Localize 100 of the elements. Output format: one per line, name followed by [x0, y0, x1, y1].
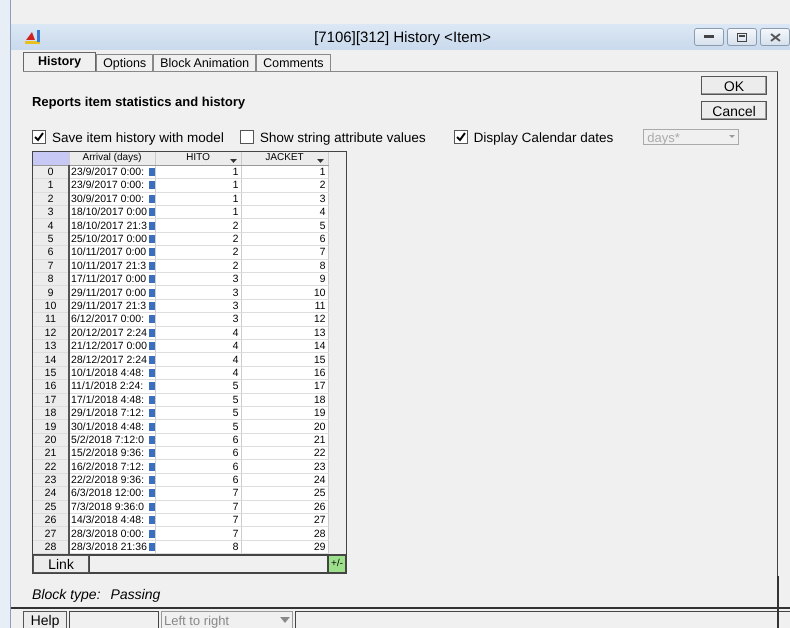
- table-cell: 14: [241, 339, 328, 353]
- table-cell: 20: [241, 420, 328, 434]
- table-cell: 8: [155, 540, 241, 554]
- table-cell: 5/2/2018 7:12:0: [71, 434, 144, 446]
- link-button[interactable]: Link: [33, 555, 89, 574]
- table-cell: 5: [241, 218, 328, 232]
- table-cell: 30/1/2018 4:48:: [71, 420, 144, 432]
- row-number: 25: [33, 500, 69, 514]
- add-remove-button[interactable]: +/-: [328, 555, 346, 574]
- tab[interactable]: Comments: [256, 54, 331, 71]
- row-number: 27: [33, 526, 69, 540]
- row-number: 17: [33, 393, 69, 406]
- table-cell: 21/12/2017 0:00: [71, 340, 147, 352]
- table-cell: 7: [155, 514, 241, 527]
- row-number: 14: [33, 352, 69, 366]
- window-title: [7106][312] History <Item>: [313, 28, 492, 46]
- table-cell: 9: [241, 272, 328, 286]
- help-button[interactable]: Help: [23, 611, 67, 628]
- row-number: 9: [33, 286, 69, 300]
- row-number: 2: [33, 192, 69, 206]
- table-cell: 23: [241, 460, 328, 474]
- table-cell: 17/11/2017 0:00: [71, 273, 146, 285]
- table-cell: 6/12/2017 0:00:: [71, 313, 144, 326]
- table-cell: 28/12/2017 2:24: [71, 354, 147, 366]
- column-header[interactable]: HITO: [155, 152, 241, 166]
- table-cell: 16: [241, 366, 328, 380]
- table-cell: 2: [155, 218, 241, 232]
- table-cell: 6: [155, 473, 241, 487]
- row-number: 28: [33, 540, 69, 554]
- table-cell: 7: [241, 246, 328, 260]
- table-cell: 3: [155, 286, 241, 300]
- table-cell: 5: [155, 406, 241, 420]
- row-number: 5: [33, 232, 69, 246]
- table-cell: 25/10/2017 0:00: [71, 233, 147, 245]
- block-type-label: Block type:: [32, 586, 100, 602]
- table-cell: 10: [241, 286, 328, 300]
- table-cell: 23/9/2017 0:00:: [71, 166, 144, 178]
- table-cell: 18/10/2017 21:3: [71, 220, 147, 232]
- tab[interactable]: History: [23, 52, 96, 71]
- table-cell: 28/3/2018 21:36: [71, 541, 147, 553]
- table-cell: 17/1/2018 4:48:: [71, 394, 144, 406]
- table-cell: 10/1/2018 4:48:: [71, 366, 144, 379]
- table-cell: 10/11/2017 21:3: [71, 260, 146, 272]
- row-number: 26: [33, 514, 69, 527]
- row-number: 6: [33, 246, 69, 260]
- column-header[interactable]: Arrival (days): [69, 152, 155, 166]
- row-number: 1: [33, 178, 69, 192]
- table-cell: 28: [241, 526, 328, 540]
- row-number: 22: [33, 460, 69, 474]
- tab[interactable]: Block Animation: [153, 54, 256, 71]
- row-number: 16: [33, 380, 69, 394]
- table-cell: 5: [155, 393, 241, 406]
- checkbox-label: Save item history with model: [52, 130, 224, 144]
- table-cell: 22: [241, 446, 328, 460]
- table-cell: 20/12/2017 2:24: [71, 326, 147, 338]
- table-cell: 4: [155, 366, 241, 380]
- table-cell: 18/10/2017 0:00: [71, 206, 147, 218]
- table-cell: 10/11/2017 0:00: [71, 246, 146, 258]
- row-number: 21: [33, 446, 69, 460]
- table-cell: 12: [241, 312, 328, 326]
- table-cell: 6: [155, 460, 241, 474]
- column-header[interactable]: JACKET: [241, 152, 328, 166]
- table-cell: 16/2/2018 7:12:: [71, 460, 144, 472]
- row-number: 8: [33, 272, 69, 286]
- table-cell: 13: [241, 326, 328, 340]
- table-cell: 23/9/2017 0:00:: [71, 179, 144, 192]
- table-cell: 11: [241, 299, 328, 313]
- row-number: 7: [33, 259, 69, 273]
- table-cell: 2: [241, 178, 328, 192]
- row-number: 20: [33, 433, 69, 447]
- table-cell: 21: [241, 433, 328, 447]
- row-number: 15: [33, 366, 69, 380]
- table-cell: 4: [155, 352, 241, 366]
- table-cell: 6: [155, 446, 241, 460]
- table-cell: 7: [155, 486, 241, 500]
- ok-button[interactable]: OK: [701, 76, 767, 95]
- table-cell: 1: [155, 192, 241, 206]
- row-number: 10: [33, 299, 69, 313]
- table-cell: 6: [241, 232, 328, 246]
- table-cell: 2: [155, 246, 241, 260]
- table-cell: 6: [155, 433, 241, 447]
- table-cell: 3: [155, 312, 241, 326]
- row-number: 11: [33, 312, 69, 326]
- table-cell: 2: [155, 232, 241, 246]
- table-cell: 19: [241, 406, 328, 420]
- table-cell: 28/3/2018 0:00:: [71, 528, 144, 540]
- tab[interactable]: Options: [96, 54, 154, 71]
- cancel-button[interactable]: Cancel: [701, 101, 767, 120]
- table-cell: 3: [241, 192, 328, 206]
- table-cell: 8: [241, 259, 328, 273]
- row-number: 19: [33, 420, 69, 434]
- table-cell: 24: [241, 473, 328, 487]
- table-cell: 22/2/2018 9:36:: [71, 474, 144, 486]
- block-type-value: Passing: [110, 586, 160, 602]
- table-cell: 7/3/2018 9:36:0: [71, 500, 144, 513]
- table-cell: 5: [155, 380, 241, 394]
- table-cell: 1: [155, 165, 241, 179]
- table-cell: 4: [241, 206, 328, 219]
- section-heading: Reports item statistics and history: [32, 94, 246, 109]
- table-cell: 7: [155, 526, 241, 540]
